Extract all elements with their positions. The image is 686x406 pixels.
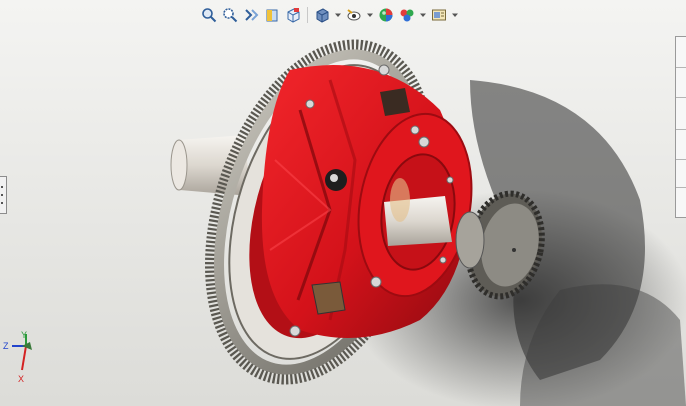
display-style-dropdown[interactable] [334,6,342,24]
hide-show-items-icon[interactable] [345,6,363,24]
task-pane-divider [676,129,686,130]
view-settings-dropdown[interactable] [451,6,459,24]
chevron-down-icon [367,13,373,17]
task-pane-divider [676,187,686,188]
edit-appearance-icon[interactable] [377,6,395,24]
chevron-down-icon [335,13,341,17]
task-pane-divider [676,97,686,98]
reference-triad: Y Z X [3,330,32,384]
previous-view-icon[interactable] [242,6,260,24]
view-settings-icon[interactable] [430,6,448,24]
toolbar-separator [307,7,308,23]
grip-dot [1,186,3,188]
grip-dot [1,194,3,196]
heads-up-view-toolbar [200,4,459,26]
feature-manager-flyout-tab[interactable] [0,176,7,214]
zoom-to-fit-icon[interactable] [200,6,218,24]
differential-assembly-model[interactable] [0,0,686,406]
triad-y-label: Y [21,330,27,340]
task-pane-divider [676,67,686,68]
zoom-to-area-icon[interactable] [221,6,239,24]
triad-x-axis [21,345,27,371]
chevron-down-icon [420,13,426,17]
graphics-area[interactable]: Y Z X [0,0,686,406]
display-style-icon[interactable] [313,6,331,24]
apply-scene-icon[interactable] [398,6,416,24]
section-view-icon[interactable] [263,6,281,24]
chevron-down-icon [452,13,458,17]
grip-dot [1,202,3,204]
view-orientation-icon[interactable] [284,6,302,24]
triad-z-label: Z [3,341,9,351]
apply-scene-dropdown[interactable] [419,6,427,24]
hide-show-dropdown[interactable] [366,6,374,24]
task-pane-divider [676,159,686,160]
task-pane-collapsed[interactable] [675,36,686,218]
triad-x-label: X [18,374,24,384]
